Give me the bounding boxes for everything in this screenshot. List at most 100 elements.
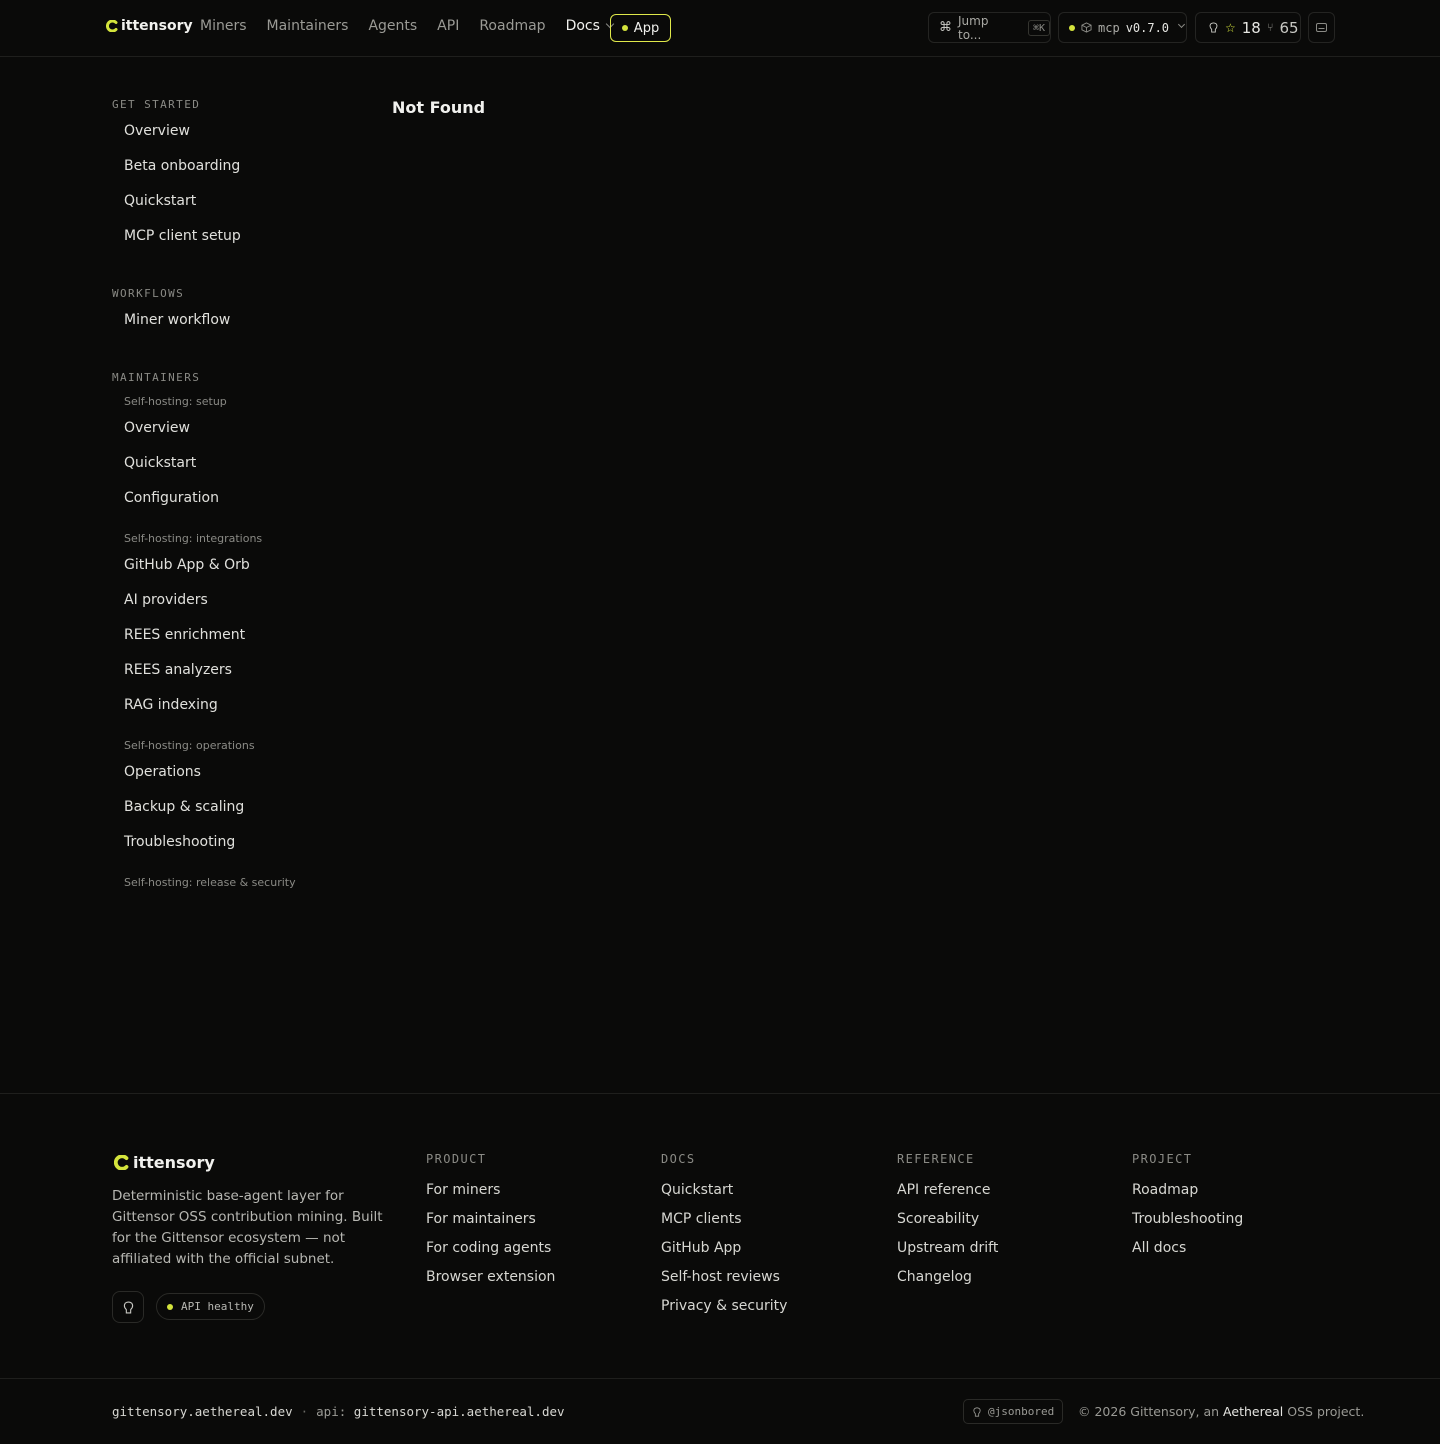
footer-link-for-miners[interactable]: For miners [426, 1182, 555, 1211]
sidebar-section-title: GET STARTED [112, 98, 201, 111]
footer-link-changelog[interactable]: Changelog [897, 1269, 998, 1298]
footer-link-all-docs[interactable]: All docs [1132, 1240, 1243, 1269]
footer-link-upstream-drift[interactable]: Upstream drift [897, 1240, 998, 1269]
star-count: 18 [1241, 18, 1261, 37]
status-dot-icon [621, 25, 628, 31]
page-title: Not Found [392, 98, 486, 117]
api-domain-link[interactable]: gittensory-api.aethereal.dev [354, 1404, 565, 1419]
footer-column-reference: REFERENCE API reference Scoreability Ups… [897, 1152, 998, 1298]
sidebar-item-miner-workflow[interactable]: Miner workflow [112, 303, 372, 338]
github-link-button[interactable] [112, 1291, 144, 1323]
sidebar-group-title: Self-hosting: setup [124, 395, 227, 408]
app-button-label: App [633, 20, 660, 36]
package-icon [1081, 22, 1092, 33]
sidebar-group-title: Self-hosting: operations [124, 739, 255, 752]
sidebar-item-troubleshooting[interactable]: Troubleshooting [112, 825, 372, 860]
sidebar-item-operations[interactable]: Operations [112, 755, 372, 790]
api-label: api: [316, 1404, 347, 1419]
sidebar-item-backup-scaling[interactable]: Backup & scaling [112, 790, 372, 825]
brand-logo[interactable]: ittensory [106, 18, 193, 34]
footer-link-api-reference[interactable]: API reference [897, 1182, 998, 1211]
footer-link-troubleshooting[interactable]: Troubleshooting [1132, 1211, 1243, 1240]
nav-link-maintainers[interactable]: Maintainers [267, 18, 349, 34]
brand-mark-icon [106, 20, 118, 32]
footer-column-product: PRODUCT For miners For maintainers For c… [426, 1152, 555, 1298]
nav-link-miners[interactable]: Miners [200, 18, 247, 34]
author-github-link[interactable]: @jsonbored [963, 1399, 1064, 1424]
status-dot-icon [1069, 24, 1075, 31]
fork-icon: ⑂ [1266, 21, 1274, 34]
sidebar-item-github-app-orb[interactable]: GitHub App & Orb [112, 548, 372, 583]
sidebar-item-configuration[interactable]: Configuration [112, 481, 372, 516]
docs-sidebar: GET STARTED Overview Beta onboarding Qui… [112, 98, 372, 890]
aethereal-link[interactable]: Aethereal [1223, 1404, 1283, 1419]
brand-name: ittensory [121, 18, 193, 34]
sidebar-item-quickstart[interactable]: Quickstart [112, 184, 372, 219]
nav-docs-label: Docs [565, 18, 600, 34]
sidebar-group-title: Self-hosting: release & security [124, 876, 296, 889]
app-button[interactable]: App [610, 14, 671, 42]
copyright-prefix: © 2026 Gittensory, an [1078, 1404, 1220, 1419]
sidebar-item-rees-analyzers[interactable]: REES analyzers [112, 653, 372, 688]
fork-count: 65 [1279, 18, 1299, 37]
footer-link-browser-extension[interactable]: Browser extension [426, 1269, 555, 1298]
site-domain-link[interactable]: gittensory.aethereal.dev [112, 1404, 293, 1419]
footer-link-quickstart[interactable]: Quickstart [661, 1182, 787, 1211]
nav-link-roadmap[interactable]: Roadmap [479, 18, 545, 34]
separator-dot: · [300, 1404, 309, 1419]
mcp-version: v0.7.0 [1125, 20, 1170, 35]
sidebar-section-title: MAINTAINERS [112, 371, 201, 384]
footer-brand-logo[interactable]: ittensory [114, 1153, 215, 1172]
sidebar-section-title: WORKFLOWS [112, 287, 185, 300]
status-dot-icon [167, 1303, 173, 1310]
footer-site-info: gittensory.aethereal.dev · api: gittensory… [112, 1404, 565, 1419]
main-nav: Miners Maintainers Agents API Roadmap Do… [200, 18, 615, 34]
github-repo-stats[interactable]: ☆ 18 ⑂ 65 [1195, 12, 1301, 43]
nav-link-agents[interactable]: Agents [368, 18, 417, 34]
jump-shortcut: ⌘K [1027, 19, 1050, 36]
sidebar-item-rees-enrichment[interactable]: REES enrichment [112, 618, 372, 653]
brand-mark-icon [114, 1155, 129, 1170]
chevron-down-icon [1178, 20, 1186, 29]
command-icon: ⌘ [939, 20, 952, 35]
footer-column-docs: DOCS Quickstart MCP clients GitHub App S… [661, 1152, 787, 1327]
sidebar-item-mcp-client-setup[interactable]: MCP client setup [112, 219, 372, 254]
api-health-label: API healthy [181, 1300, 254, 1313]
keyboard-shortcuts-button[interactable] [1308, 12, 1335, 43]
sidebar-item-rag-indexing[interactable]: RAG indexing [112, 688, 372, 723]
footer-link-scoreability[interactable]: Scoreability [897, 1211, 998, 1240]
github-icon [1209, 22, 1218, 33]
footer-bottom-bar: gittensory.aethereal.dev · api: gittensory… [0, 1378, 1440, 1444]
footer-column-title: DOCS [661, 1152, 696, 1166]
github-icon [123, 1301, 133, 1313]
footer-link-privacy-security[interactable]: Privacy & security [661, 1298, 787, 1327]
footer-link-roadmap[interactable]: Roadmap [1132, 1182, 1243, 1211]
github-icon [973, 1406, 981, 1417]
mcp-version-selector[interactable]: mcp v0.7.0 [1058, 12, 1187, 43]
copyright-suffix: OSS project. [1287, 1404, 1365, 1419]
footer-link-self-host-reviews[interactable]: Self-host reviews [661, 1269, 787, 1298]
sidebar-group-title: Self-hosting: integrations [124, 532, 263, 545]
footer-link-for-maintainers[interactable]: For maintainers [426, 1211, 555, 1240]
sidebar-item-ai-providers[interactable]: AI providers [112, 583, 372, 618]
star-icon: ☆ [1225, 20, 1236, 35]
sidebar-item-overview[interactable]: Overview [112, 411, 372, 446]
keyboard-icon [1316, 23, 1327, 32]
api-health-badge[interactable]: API healthy [156, 1293, 265, 1320]
footer-description: Deterministic base-agent layer for Gitte… [112, 1188, 383, 1267]
jump-to-search-button[interactable]: ⌘ Jump to... ⌘K [928, 12, 1051, 43]
sidebar-item-beta-onboarding[interactable]: Beta onboarding [112, 149, 372, 184]
footer-column-title: PROJECT [1132, 1152, 1193, 1166]
footer-column-title: REFERENCE [897, 1152, 975, 1166]
nav-link-api[interactable]: API [437, 18, 459, 34]
mcp-label: mcp [1098, 20, 1120, 35]
footer-link-github-app[interactable]: GitHub App [661, 1240, 787, 1269]
sidebar-item-quickstart[interactable]: Quickstart [112, 446, 372, 481]
footer-link-for-coding-agents[interactable]: For coding agents [426, 1240, 555, 1269]
footer-link-mcp-clients[interactable]: MCP clients [661, 1211, 787, 1240]
copyright-notice: © 2026 Gittensory, an Aethereal OSS proj… [1078, 1404, 1364, 1419]
top-navigation-bar: ittensory Miners Maintainers Agents API … [0, 0, 1440, 57]
nav-docs-dropdown[interactable]: Docs [565, 18, 615, 34]
sidebar-item-overview[interactable]: Overview [112, 114, 372, 149]
footer-column-title: PRODUCT [426, 1152, 487, 1166]
